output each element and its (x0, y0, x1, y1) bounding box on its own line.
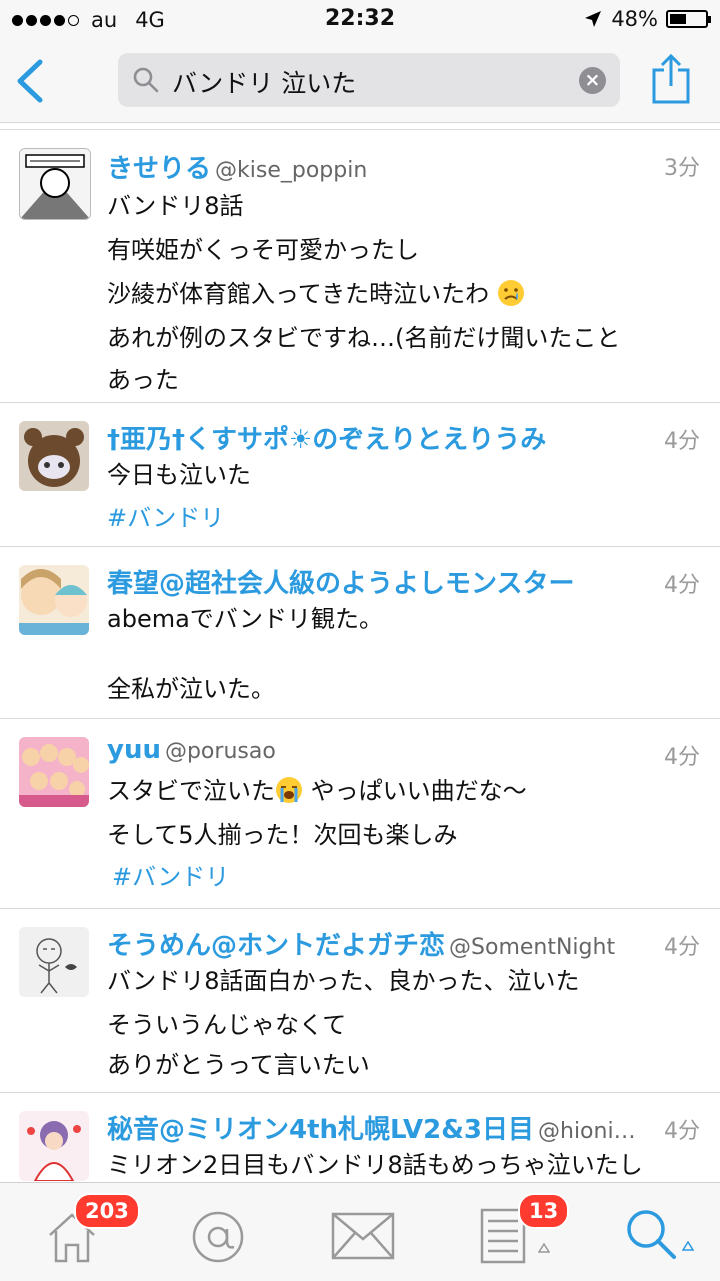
tweet-author-name[interactable]: †亜乃†くすサポ☀のぞえりとえりうみ (107, 425, 546, 455)
tweet-text-line: ありがとうって言いたい (107, 1051, 370, 1079)
tweet-item[interactable]: 春望@超社会人級のようよしモンスター 4分 abemaでバンドリ観た。 全私が泣… (0, 547, 720, 719)
tweet-item[interactable]: 秘音@ミリオン4th札幌LV2&3日目 @hioni… 4分 ミリオン2日目もバン… (0, 1093, 720, 1182)
search-icon (627, 1210, 676, 1259)
tweet-item[interactable]: †亜乃†くすサポ☀のぞえりとえりうみ 4分 今日も泣いた #バンドリ (0, 403, 720, 547)
tweet-item[interactable]: yuu @porusao 4分 スタビで泣いた やっぱいい曲だな〜 そして5人揃っ… (0, 719, 720, 909)
tweet-author-name[interactable]: 春望@超社会人級のようよしモンスター (107, 569, 574, 599)
triangle-indicator-icon (682, 1241, 694, 1251)
tweet-header: yuu @porusao (107, 735, 700, 771)
tab-lists[interactable]: 13 (462, 1193, 570, 1273)
tweet-author-handle: @hioni… (538, 1119, 636, 1144)
location-arrow-icon (585, 11, 602, 27)
back-chevron-icon[interactable] (12, 58, 52, 104)
status-bar: au 4G 22:32 48% (0, 0, 720, 40)
tweet-list[interactable]: きせりる @kise_poppin 3分 バンドリ8話 有咲姫がくっそ可愛かったし… (0, 122, 720, 1182)
search-magnifier-icon (133, 67, 159, 93)
battery-fill (670, 14, 686, 24)
avatar[interactable] (19, 421, 89, 491)
tweet-text-line: あれが例のスタビですね…(名前だけ聞いたこと (107, 324, 621, 352)
nav-bar: バンドリ 泣いた × (0, 40, 720, 123)
tweet-author-name[interactable]: 秘音@ミリオン4th札幌LV2&3日目 (107, 1115, 534, 1145)
tweet-header: 春望@超社会人級のようよしモンスター (107, 563, 700, 599)
search-query[interactable]: バンドリ 泣いた (172, 64, 356, 100)
tweet-text-line: ミリオン2日目もバンドリ8話もめっちゃ泣いたし (107, 1151, 643, 1179)
tweet-author-handle: @porusao (164, 739, 276, 764)
tweet-author-name[interactable]: そうめん@ホントだよガチ恋 (107, 931, 445, 961)
tweet-text-line: 今日も泣いた (107, 461, 251, 489)
tweet-header: 秘音@ミリオン4th札幌LV2&3日目 @hioni… (107, 1109, 644, 1145)
avatar[interactable] (19, 737, 89, 807)
loudly-crying-face-emoji-icon (276, 777, 302, 803)
tweet-header: †亜乃†くすサポ☀のぞえりとえりうみ (107, 419, 700, 455)
home-badge: 203 (74, 1193, 140, 1229)
tweet-time: 3分 (664, 156, 700, 181)
tweet-text-line: 有咲姫がくっそ可愛かったし (107, 236, 419, 264)
tweet-time: 4分 (664, 429, 700, 454)
tweet-header: きせりる @kise_poppin (107, 148, 700, 184)
tweet-time: 4分 (664, 1119, 700, 1144)
triangle-indicator-icon (538, 1243, 550, 1253)
tweet-time: 4分 (664, 745, 700, 770)
tweet-item[interactable]: そうめん@ホントだよガチ恋 @SomentNight 4分 バンドリ8話面白かった… (0, 909, 720, 1093)
tweet-time: 4分 (664, 573, 700, 598)
avatar[interactable] (19, 148, 91, 220)
crying-face-emoji-icon (497, 280, 524, 306)
tweet-header: そうめん@ホントだよガチ恋 @SomentNight (107, 925, 644, 961)
avatar[interactable] (19, 1111, 89, 1181)
tweet-text-line: そして5人揃った！次回も楽しみ (107, 821, 458, 849)
tweet-author-name[interactable]: きせりる (107, 154, 211, 184)
tweet-author-handle: @SomentNight (449, 935, 616, 960)
lists-badge: 13 (518, 1193, 570, 1229)
tweet-text: やっぱいい曲だな〜 (310, 777, 527, 805)
tweet-text-line: スタビで泣いた やっぱいい曲だな〜 (107, 771, 700, 806)
battery-percent: 48% (611, 7, 658, 31)
tweet-text: 沙綾が体育館入ってきた時泣いたわ (107, 280, 490, 308)
tweet-time: 4分 (664, 935, 700, 960)
tab-bar: 203 13 (0, 1182, 720, 1281)
tweet-text-line: バンドリ8話面白かった、良かった、泣いた (107, 967, 580, 995)
status-right: 48% (583, 7, 711, 31)
avatar[interactable] (19, 565, 89, 635)
tweet-text-line: abemaでバンドリ観た。 (107, 605, 383, 633)
avatar[interactable] (19, 927, 89, 997)
tweet-author-name[interactable]: yuu (107, 735, 161, 765)
tweet-text-line: バンドリ8話 (107, 192, 244, 220)
tweet-author-handle: @kise_poppin (215, 158, 368, 183)
tab-search[interactable] (610, 1193, 710, 1273)
share-icon[interactable] (650, 52, 692, 106)
tweet-text-line: 全私が泣いた。 (107, 675, 275, 703)
tab-messages[interactable] (310, 1193, 410, 1273)
tweet-item[interactable]: きせりる @kise_poppin 3分 バンドリ8話 有咲姫がくっそ可愛かったし… (0, 129, 720, 403)
tweet-text-line: 沙綾が体育館入ってきた時泣いたわ (107, 274, 700, 309)
tab-home[interactable]: 203 (22, 1193, 140, 1273)
mail-icon (331, 1212, 395, 1260)
battery-icon (666, 10, 711, 28)
at-icon (192, 1211, 244, 1263)
tweet-text-line: あった (107, 366, 179, 394)
tab-mentions[interactable] (170, 1193, 270, 1273)
tweet-hashtag[interactable]: #バンドリ (107, 498, 700, 533)
clear-search-icon[interactable]: × (579, 67, 606, 94)
tweet-hashtag[interactable]: #バンドリ (112, 857, 700, 892)
tweet-text: スタビで泣いた (107, 777, 275, 805)
search-field[interactable]: バンドリ 泣いた × (118, 53, 620, 107)
tweet-text-line: そういうんじゃなくて (107, 1011, 347, 1039)
